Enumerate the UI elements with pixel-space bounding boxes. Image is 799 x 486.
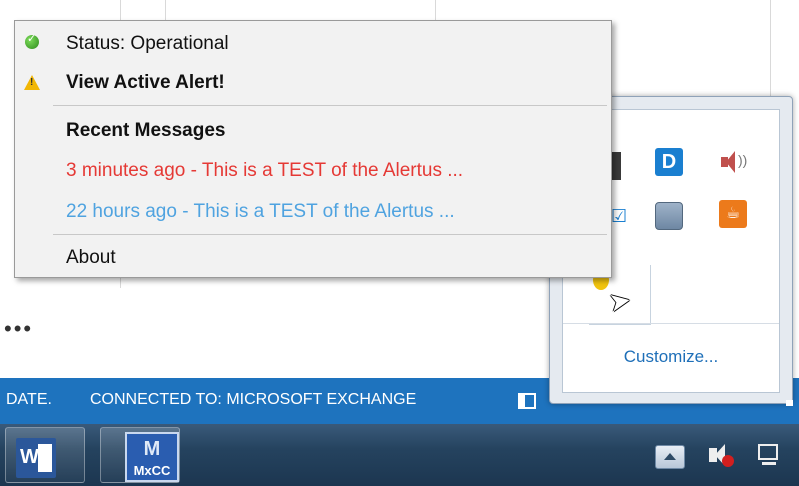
- menu-item-about[interactable]: About: [66, 247, 116, 269]
- mxcc-label: MxCC: [133, 463, 171, 478]
- flyout-corner: [786, 400, 793, 406]
- d-app-icon[interactable]: D: [655, 148, 683, 176]
- taskbar: W M MxCC: [0, 424, 799, 486]
- warning-icon: [24, 75, 40, 90]
- recent-messages-header: Recent Messages: [66, 120, 226, 141]
- taskbar-word-button[interactable]: W: [5, 427, 85, 483]
- grid-line: [120, 0, 121, 20]
- volume-muted-icon[interactable]: [707, 444, 735, 468]
- menu-item-status[interactable]: Status: Operational: [66, 33, 229, 55]
- grid-line: [435, 0, 436, 20]
- menu-separator: [53, 234, 607, 235]
- grid-line: [165, 0, 166, 20]
- taskbar-mxcc-button[interactable]: M MxCC: [100, 427, 180, 483]
- java-icon[interactable]: ☕: [719, 200, 747, 228]
- partial-app-icon[interactable]: ☑: [611, 202, 627, 230]
- menu-item-message-recent[interactable]: 3 minutes ago - This is a TEST of the Al…: [66, 160, 463, 182]
- flyout-divider: [563, 323, 779, 324]
- connection-status-text: CONNECTED TO: MICROSOFT EXCHANGE: [90, 391, 417, 408]
- reading-pane-icon[interactable]: [518, 393, 536, 409]
- menu-separator: [53, 105, 607, 106]
- status-ok-icon: [25, 32, 39, 49]
- alertus-context-menu: Status: Operational View Active Alert! R…: [14, 20, 612, 278]
- menu-item-message-older[interactable]: 22 hours ago - This is a TEST of the Ale…: [66, 201, 455, 223]
- more-ellipsis[interactable]: •••: [4, 316, 33, 342]
- status-bar-left-text: DATE.: [6, 391, 52, 408]
- menu-item-view-active-alert[interactable]: View Active Alert!: [66, 72, 225, 94]
- speaker-icon[interactable]: )): [719, 148, 747, 176]
- word-icon: W: [16, 438, 56, 478]
- mxcc-icon: M MxCC: [125, 432, 179, 482]
- display-icon[interactable]: [655, 202, 683, 230]
- show-hidden-icons-button[interactable]: [655, 445, 685, 469]
- customize-link[interactable]: Customize...: [563, 347, 779, 367]
- network-icon[interactable]: [752, 442, 782, 470]
- menu-icon-column: [15, 21, 53, 277]
- grid-line: [120, 278, 121, 288]
